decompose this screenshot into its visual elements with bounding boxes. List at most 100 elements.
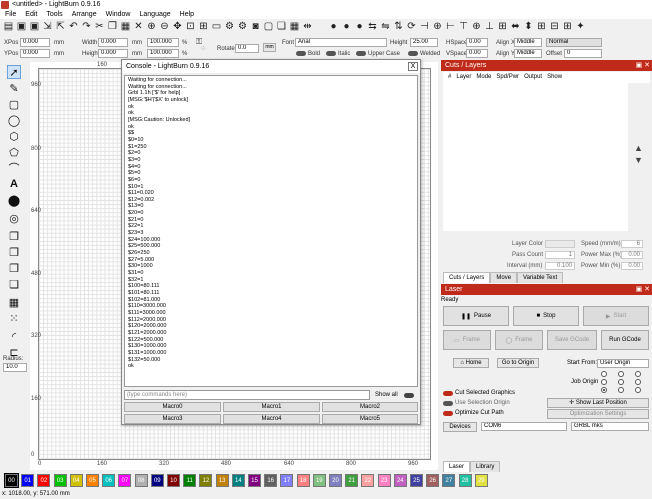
polygon-tool-icon[interactable]: ⬡: [7, 129, 21, 143]
origin-radio-selected[interactable]: [601, 387, 607, 393]
palette-swatch[interactable]: 18: [296, 474, 310, 487]
mirror-icon[interactable]: ⇹: [302, 21, 313, 32]
palette-swatch[interactable]: 06: [102, 474, 116, 487]
welded-toggle[interactable]: [408, 51, 418, 56]
origin-radio[interactable]: [601, 379, 607, 385]
arrange-icon[interactable]: ❏: [276, 21, 287, 32]
settings-icon[interactable]: ⚙: [224, 21, 235, 32]
import-icon[interactable]: ⇲: [42, 21, 53, 32]
text-height-input[interactable]: 25.00: [410, 38, 438, 47]
power-max-input[interactable]: 0.00: [621, 251, 643, 259]
frame-circle-button[interactable]: ◯ Frame: [495, 330, 543, 350]
origin-radio[interactable]: [618, 387, 624, 393]
devices-button[interactable]: Devices: [443, 422, 477, 432]
save-as-icon[interactable]: ▣: [29, 21, 40, 32]
copy-icon[interactable]: ❐: [107, 21, 118, 32]
bring-front-icon[interactable]: ⊞: [562, 21, 573, 32]
rotate-icon[interactable]: ⟳: [406, 21, 417, 32]
export-icon[interactable]: ⇱: [55, 21, 66, 32]
layer-color-swatch[interactable]: [545, 240, 575, 248]
palette-swatch[interactable]: 04: [69, 474, 83, 487]
menu-window[interactable]: Window: [106, 10, 131, 19]
vspace-input[interactable]: 0.00: [466, 49, 488, 58]
palette-swatch[interactable]: 13: [215, 474, 229, 487]
palette-swatch[interactable]: 08: [134, 474, 148, 487]
palette-swatch[interactable]: 17: [280, 474, 294, 487]
palette-swatch[interactable]: 00: [4, 473, 19, 488]
tab-laser[interactable]: Laser: [443, 461, 471, 472]
save-gcode-button[interactable]: Save GCode: [547, 330, 597, 350]
redo-icon[interactable]: ↷: [81, 21, 92, 32]
palette-swatch[interactable]: 05: [86, 474, 99, 487]
device-select[interactable]: GRBL mks: [571, 422, 649, 431]
menu-arrange[interactable]: Arrange: [72, 10, 97, 19]
font-select[interactable]: Arial: [295, 38, 387, 47]
undo-icon[interactable]: ↶: [68, 21, 79, 32]
delete-icon[interactable]: ✕: [133, 21, 144, 32]
align-y-select[interactable]: Middle: [514, 49, 542, 58]
align-group-icon[interactable]: ●: [354, 21, 365, 32]
speed-input[interactable]: 6: [621, 240, 643, 248]
panel-float-close-icon[interactable]: ▣ ✕: [636, 285, 650, 294]
paste-icon[interactable]: ▦: [120, 21, 131, 32]
cut-icon[interactable]: ✂: [94, 21, 105, 32]
bold-toggle[interactable]: [296, 51, 306, 56]
frame-rect-button[interactable]: ▭ Frame: [443, 330, 491, 350]
palette-swatch[interactable]: 24: [393, 474, 407, 487]
go-to-origin-button[interactable]: Go to Origin: [497, 358, 539, 368]
palette-swatch[interactable]: 25: [410, 474, 423, 487]
camera-icon[interactable]: ◙: [250, 21, 261, 32]
same-height-icon[interactable]: ⬍: [523, 21, 534, 32]
ypos-input[interactable]: 0.000: [20, 49, 50, 58]
tab-library[interactable]: Library: [470, 461, 501, 472]
send-back-icon[interactable]: ⊟: [549, 21, 560, 32]
same-width-icon[interactable]: ⬌: [510, 21, 521, 32]
macro0-button[interactable]: Macro0: [124, 402, 221, 412]
hspace-input[interactable]: 0.00: [466, 38, 488, 47]
zoom-selection-icon[interactable]: ⊞: [198, 21, 209, 32]
dock-icon[interactable]: ⊞: [536, 21, 547, 32]
origin-radio[interactable]: [618, 379, 624, 385]
corner-radius-icon[interactable]: ◜: [7, 329, 21, 343]
stop-button[interactable]: ■ Stop: [513, 306, 579, 326]
panel-float-close-icon[interactable]: ▣ ✕: [636, 61, 650, 70]
origin-radio[interactable]: [635, 379, 641, 385]
distribute-icon[interactable]: ⇆: [367, 21, 378, 32]
xpos-input[interactable]: 0.000: [20, 38, 50, 47]
command-input[interactable]: (type commands here): [124, 390, 370, 400]
align-right-icon[interactable]: ⊢: [445, 21, 456, 32]
zoom-fit-icon[interactable]: ⊡: [185, 21, 196, 32]
open-file-icon[interactable]: ▤: [3, 21, 14, 32]
tab-move[interactable]: Move: [490, 272, 518, 283]
console-close-button[interactable]: X: [408, 62, 418, 71]
align-top-icon[interactable]: ⊤: [458, 21, 469, 32]
interval-input[interactable]: 0.100: [545, 262, 575, 270]
radius-input[interactable]: 10.0: [3, 363, 27, 372]
origin-radio[interactable]: [635, 387, 641, 393]
origin-radio[interactable]: [601, 371, 607, 377]
grid-array-icon[interactable]: ▦: [7, 295, 21, 309]
text-tool-icon[interactable]: A: [7, 177, 21, 191]
macro4-button[interactable]: Macro4: [223, 414, 320, 424]
zoom-out-icon[interactable]: ⊖: [159, 21, 170, 32]
select-tool-icon[interactable]: ➚: [7, 65, 21, 79]
scale-width-input[interactable]: 100.000: [147, 38, 179, 47]
object-origin-icon[interactable]: ⁘: [200, 44, 207, 54]
align-left-icon[interactable]: ⊣: [419, 21, 430, 32]
start-from-select[interactable]: User Origin: [597, 359, 649, 368]
palette-swatch[interactable]: 09: [150, 474, 164, 487]
use-selection-origin-toggle[interactable]: [443, 401, 453, 406]
scale-height-input[interactable]: 100.000: [147, 49, 179, 58]
rectangle-tool-icon[interactable]: ▢: [7, 97, 21, 111]
monitor-icon[interactable]: ▢: [263, 21, 274, 32]
menu-file[interactable]: File: [5, 10, 16, 19]
align-middle-icon[interactable]: ⊕: [471, 21, 482, 32]
pause-button[interactable]: ❚❚ Pause: [443, 306, 509, 326]
align-bottom-icon[interactable]: ⊥: [484, 21, 495, 32]
palette-swatch[interactable]: 19: [312, 474, 326, 487]
cut-selected-toggle[interactable]: [443, 391, 453, 396]
offset-shapes-icon[interactable]: ◎: [7, 211, 21, 225]
upper-case-toggle[interactable]: [356, 51, 366, 56]
zoom-in-icon[interactable]: ⊕: [146, 21, 157, 32]
palette-swatch[interactable]: 23: [377, 474, 391, 487]
